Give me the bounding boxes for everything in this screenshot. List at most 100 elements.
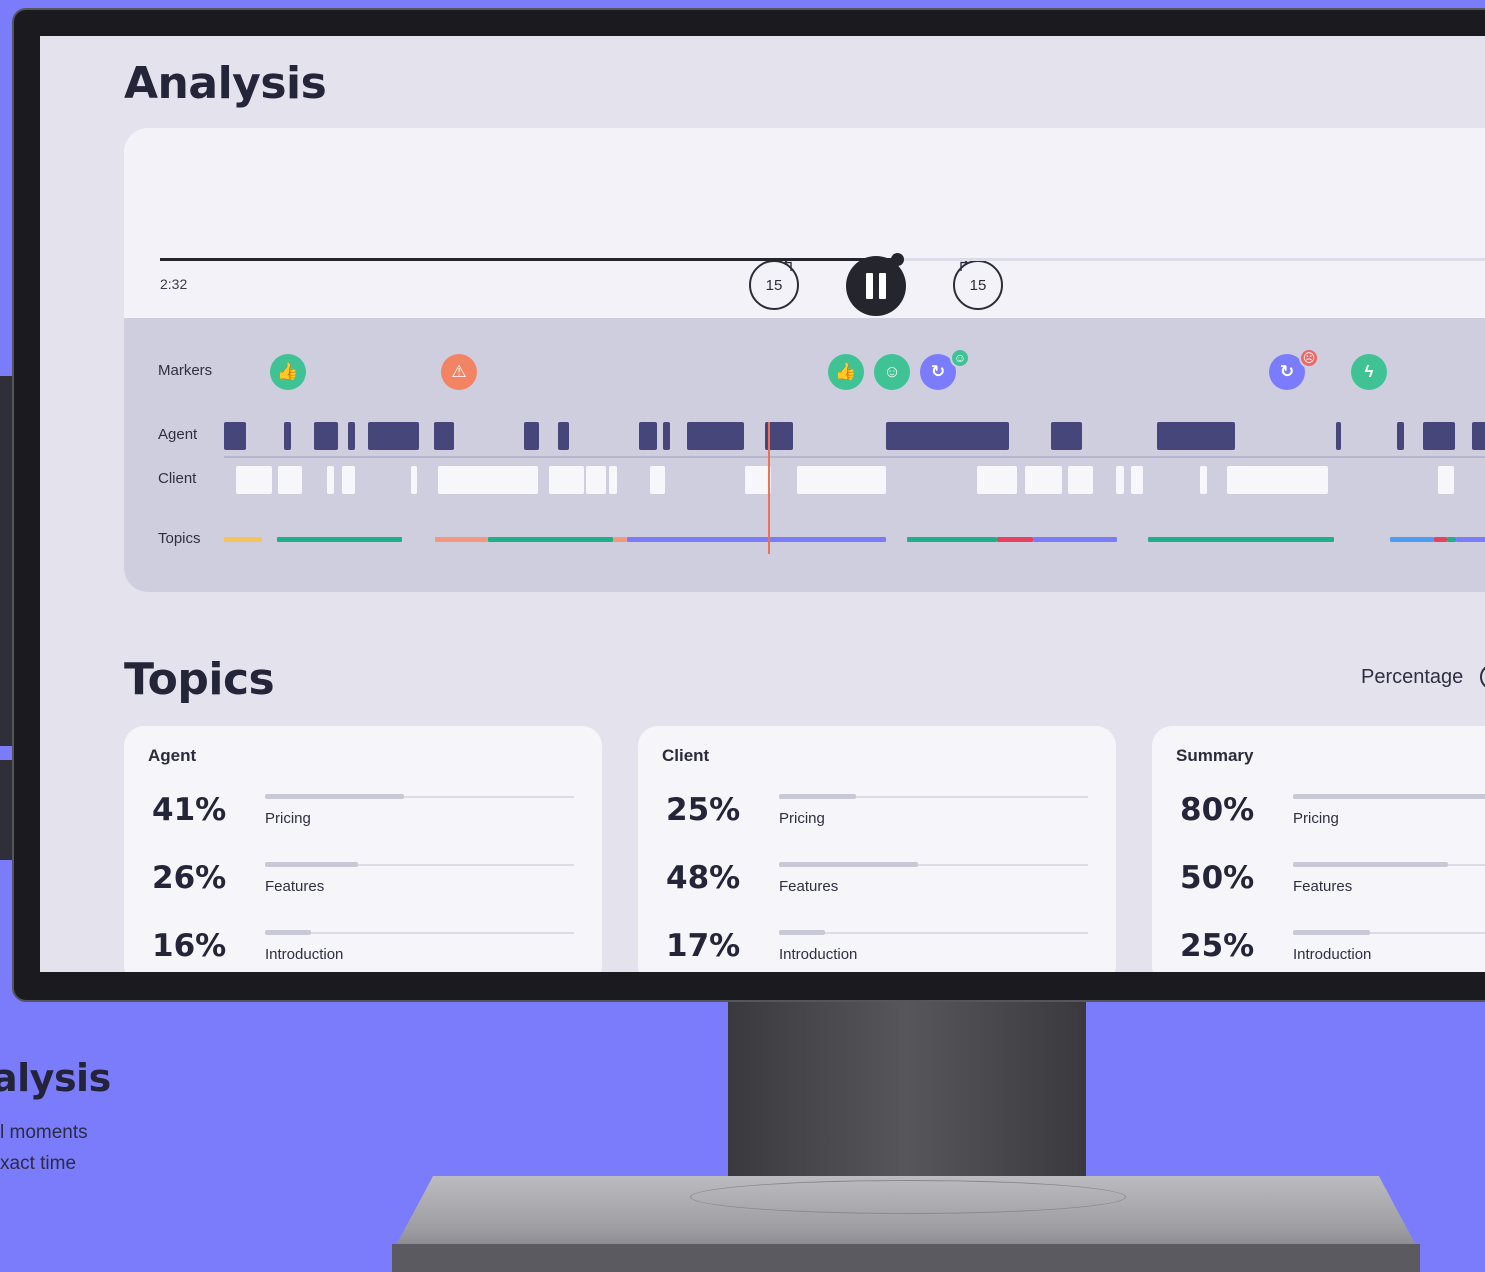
sync-happy-icon[interactable]: ↻ ☺ [920,348,970,390]
topic-card-client: Client 25% Pricing 48% Features 17% Introducti… [638,726,1116,972]
client-speech-segment[interactable] [1116,466,1124,494]
page-title: Analysis [124,58,327,109]
agent-speech-segment[interactable] [1423,422,1455,450]
stat-percentage: 48% [666,860,741,896]
skip-forward-button[interactable]: ↱ 15 [953,258,1003,310]
client-speech-segment[interactable] [609,466,617,494]
agent-speech-segment[interactable] [224,422,246,450]
agent-speech-segment[interactable] [348,422,355,450]
progress-fill [160,258,897,261]
agent-speech-segment[interactable] [639,422,657,450]
promo-line: l moments [0,1122,88,1143]
percentage-toggle-label: Percentage [1361,666,1464,688]
happy-face-icon[interactable]: ☺ [874,354,910,390]
client-speech-segment[interactable] [411,466,417,494]
client-speech-segment[interactable] [586,466,606,494]
stat-bar-track [265,862,574,867]
stat-label: Introduction [1293,946,1372,963]
topic-segment[interactable] [1033,537,1117,542]
stat-label: Features [779,878,839,895]
client-speech-segment[interactable] [342,466,355,494]
topic-segment[interactable] [1148,537,1334,542]
client-speech-segment[interactable] [278,466,302,494]
topic-segment[interactable] [1447,537,1456,542]
pause-icon [866,273,873,299]
warning-icon[interactable]: ⚠ [441,354,477,390]
client-speech-segment[interactable] [1131,466,1143,494]
client-speech-segment[interactable] [327,466,334,494]
stat-percentage: 17% [666,928,741,964]
skip-back-button[interactable]: ↰ 15 [749,258,799,310]
lightning-icon[interactable]: ϟ [1351,354,1387,390]
agent-speech-segment[interactable] [434,422,454,450]
sync-sad-icon[interactable]: ↻ ☹ [1269,348,1319,390]
agent-speech-segment[interactable] [663,422,670,450]
client-speech-segment[interactable] [1025,466,1062,494]
emotion-badge-icon: ☹ [1299,348,1319,368]
agent-speech-segment[interactable] [314,422,338,450]
topic-segment[interactable] [627,537,886,542]
stat-percentage: 80% [1180,792,1255,828]
agent-speech-segment[interactable] [1397,422,1404,450]
topic-segment[interactable] [997,537,1033,542]
topic-stat: 17% Introduction [666,928,1106,972]
agent-speech-segment[interactable] [1472,422,1485,450]
row-divider [224,456,1485,458]
topic-segment[interactable] [1434,537,1447,542]
topic-segment[interactable] [277,537,402,542]
agent-speech-segment[interactable] [886,422,1009,450]
agent-speech-segment[interactable] [284,422,291,450]
agent-speech-segment[interactable] [368,422,419,450]
topic-stat: 41% Pricing [152,792,592,852]
topic-stat: 16% Introduction [152,928,592,972]
client-speech-segment[interactable] [236,466,272,494]
monitor-neck [728,1000,1086,1200]
client-speech-segment[interactable] [1200,466,1207,494]
stat-bar-track [1293,930,1485,935]
client-speech-segment[interactable] [1227,466,1328,494]
stat-bar-fill [779,862,919,867]
topic-card-summary: Summary 80% Pricing 50% Features 25% Introduct… [1152,726,1485,972]
client-speech-segment[interactable] [438,466,538,494]
topic-segment[interactable] [224,537,262,542]
row-label-agent: Agent [158,426,198,443]
section-title-topics: Topics [124,654,275,705]
client-speech-segment[interactable] [977,466,1017,494]
client-speech-segment[interactable] [650,466,665,494]
percentage-toggle[interactable] [1480,664,1485,690]
topic-segment[interactable] [1390,537,1434,542]
monitor-base-ring [690,1180,1126,1214]
stat-bar-track [779,930,1088,935]
stat-bar-track [779,862,1088,867]
skip-back-label: 15 [765,276,783,294]
monitor-base-front [392,1244,1420,1272]
row-label-markers: Markers [158,362,213,379]
progress-track[interactable] [160,253,1485,266]
topic-segment[interactable] [488,537,613,542]
audio-player: ↰ 15 ↱ 15 2:32 Markers Agent Client Topi… [124,128,1485,592]
progress-handle[interactable] [891,253,904,266]
client-speech-segment[interactable] [1068,466,1093,494]
agent-speech-segment[interactable] [1336,422,1341,450]
stat-percentage: 16% [152,928,227,964]
topic-segment[interactable] [435,537,488,542]
agent-speech-segment[interactable] [558,422,569,450]
topic-stat: 80% Pricing [1180,792,1485,852]
client-speech-segment[interactable] [549,466,584,494]
thumbs-up-icon[interactable]: 👍 [270,354,306,390]
stat-label: Pricing [1293,810,1339,827]
stat-label: Pricing [265,810,311,827]
client-speech-segment[interactable] [1438,466,1454,494]
stat-bar-fill [265,930,312,935]
client-speech-segment[interactable] [797,466,886,494]
playhead[interactable] [768,422,770,554]
agent-speech-segment[interactable] [524,422,539,450]
topic-segment[interactable] [613,537,627,542]
topic-segment[interactable] [907,537,997,542]
agent-speech-segment[interactable] [687,422,744,450]
agent-speech-segment[interactable] [1051,422,1082,450]
thumbs-up-icon[interactable]: 👍 [828,354,864,390]
stat-bar-fill [779,794,857,799]
agent-speech-segment[interactable] [1157,422,1235,450]
topic-segment[interactable] [1456,537,1485,542]
